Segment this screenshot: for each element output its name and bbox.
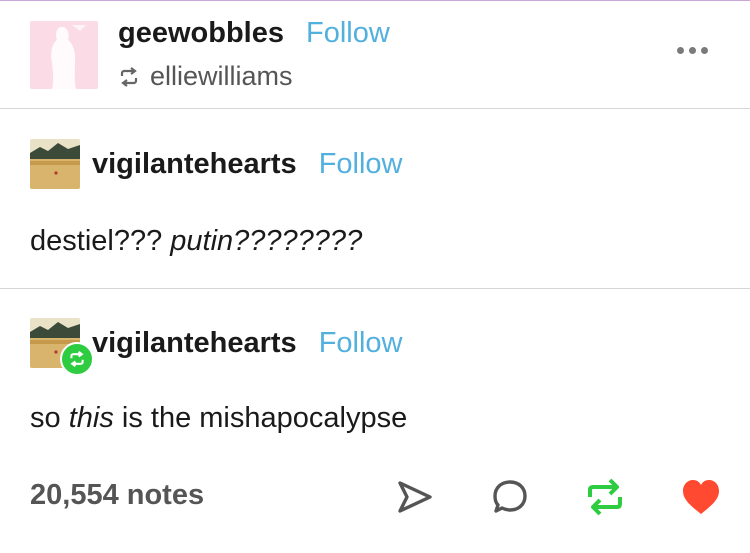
more-options-button[interactable] bbox=[677, 47, 708, 54]
header-name-row: geewobbles Follow bbox=[118, 17, 390, 50]
reblogged-from: elliewilliams bbox=[118, 61, 293, 92]
body-text-italic: this bbox=[68, 402, 114, 434]
heart-icon bbox=[683, 480, 719, 514]
trail-body-text: destiel??? putin???????? bbox=[30, 225, 362, 258]
dot-icon bbox=[701, 47, 708, 54]
blog-avatar[interactable] bbox=[30, 21, 98, 89]
reblogged-from-blog[interactable]: elliewilliams bbox=[150, 61, 293, 92]
follow-button[interactable]: Follow bbox=[306, 17, 390, 50]
body-text-italic: putin???????? bbox=[170, 225, 363, 257]
reblog-icon bbox=[588, 478, 622, 516]
divider bbox=[0, 108, 750, 109]
reblog-badge-icon bbox=[60, 342, 94, 376]
blog-name[interactable]: geewobbles bbox=[118, 17, 284, 50]
trail-item-header: vigilantehearts Follow bbox=[30, 318, 403, 376]
trail-blog-name[interactable]: vigilantehearts bbox=[92, 148, 297, 181]
reply-button[interactable] bbox=[490, 477, 530, 522]
body-text-plain: destiel??? bbox=[30, 225, 171, 257]
ghost-silhouette-icon bbox=[30, 21, 98, 89]
share-icon bbox=[398, 481, 432, 513]
like-button[interactable] bbox=[680, 477, 722, 522]
share-button[interactable] bbox=[396, 477, 434, 522]
reply-icon bbox=[493, 480, 527, 513]
body-text-plain: is the mishapocalypse bbox=[113, 402, 408, 434]
avatar[interactable] bbox=[30, 139, 80, 189]
follow-button[interactable]: Follow bbox=[319, 327, 403, 360]
reblog-button[interactable] bbox=[584, 477, 626, 522]
trail-blog-name[interactable]: vigilantehearts bbox=[92, 327, 297, 360]
dot-icon bbox=[689, 47, 696, 54]
reblog-small-icon bbox=[120, 66, 138, 87]
body-text-plain: so bbox=[30, 402, 69, 434]
divider bbox=[0, 288, 750, 289]
trail-body-text: so this is the mishapocalypse bbox=[30, 402, 407, 435]
dot-icon bbox=[677, 47, 684, 54]
avatar[interactable] bbox=[30, 318, 94, 376]
notes-count[interactable]: 20,554 notes bbox=[30, 479, 204, 512]
post-header: geewobbles Follow elliewilliams bbox=[0, 1, 750, 109]
follow-button[interactable]: Follow bbox=[319, 148, 403, 181]
trail-item-header: vigilantehearts Follow bbox=[30, 139, 403, 189]
landscape-avatar-icon bbox=[30, 139, 80, 189]
tumblr-post: geewobbles Follow elliewilliams vigilant… bbox=[0, 0, 750, 553]
